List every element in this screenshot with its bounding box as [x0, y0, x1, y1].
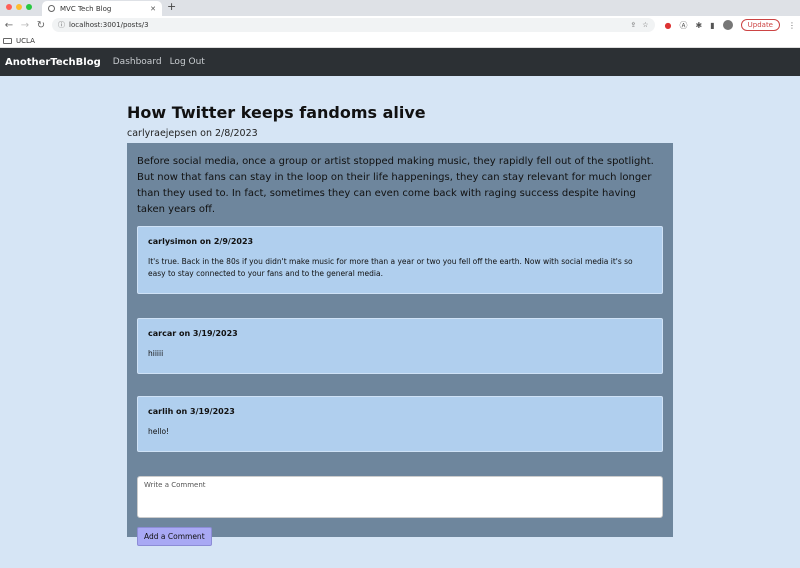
close-tab-icon[interactable]: ✕ [150, 5, 156, 13]
post-title: How Twitter keeps fandoms alive [127, 103, 426, 122]
comment-input[interactable]: Write a Comment [137, 476, 663, 518]
profile-avatar[interactable] [722, 20, 733, 30]
nav-dashboard-link[interactable]: Dashboard [113, 57, 162, 67]
window-controls [6, 4, 32, 10]
comment-author: carcar on 3/19/2023 [148, 329, 238, 338]
post-panel: Before social media, once a group or art… [127, 143, 673, 546]
minimize-window-button[interactable] [16, 4, 22, 10]
back-icon[interactable]: ← [4, 20, 14, 31]
extension-icon[interactable]: Ⓐ [680, 20, 688, 31]
share-icon[interactable]: ⇪ [630, 21, 636, 29]
site-info-icon[interactable]: ⓘ [58, 20, 65, 30]
sidepanel-icon[interactable]: ▮ [710, 21, 714, 30]
comment-author: carlysimon on 2/9/2023 [148, 237, 254, 246]
comment-text: It's true. Back in the 80s if you didn't… [148, 257, 633, 278]
comment-author: carlih on 3/19/2023 [148, 407, 235, 416]
puzzle-icon[interactable]: ✱ [696, 21, 703, 30]
address-bar[interactable]: ⓘ localhost:3001/posts/3 ⇪ ☆ [52, 18, 655, 32]
post-meta: carlyraejepsen on 2/8/2023 [127, 128, 258, 139]
browser-tabbar: MVC Tech Blog ✕ + [0, 0, 800, 16]
bookmark-star-icon[interactable]: ☆ [642, 21, 648, 29]
nav-logout-link[interactable]: Log Out [170, 57, 205, 67]
update-button[interactable]: Update [740, 19, 780, 31]
comment-card: carlysimon on 2/9/2023 It's true. Back i… [137, 226, 663, 294]
extension-icon-red[interactable]: ● [665, 21, 672, 30]
comment-card: carlih on 3/19/2023 hello! [137, 396, 663, 452]
forward-icon[interactable]: → [20, 20, 30, 31]
maximize-window-button[interactable] [26, 4, 32, 10]
folder-icon [3, 37, 12, 44]
url-text: localhost:3001/posts/3 [69, 21, 149, 29]
tab-title: MVC Tech Blog [60, 4, 112, 13]
globe-icon [48, 5, 55, 12]
brand-logo[interactable]: AnotherTechBlog [5, 57, 101, 68]
comment-text: hiiiii [148, 349, 164, 358]
add-comment-button[interactable]: Add a Comment [137, 527, 212, 546]
menu-icon[interactable]: ⋮ [788, 21, 796, 30]
bookmarks-bar: UCLA [0, 34, 800, 48]
comment-text: hello! [148, 427, 170, 436]
browser-toolbar: ← → ↻ ⓘ localhost:3001/posts/3 ⇪ ☆ ● Ⓐ ✱… [0, 16, 800, 34]
browser-tab[interactable]: MVC Tech Blog ✕ [42, 1, 162, 16]
close-window-button[interactable] [6, 4, 12, 10]
post-body: Before social media, once a group or art… [137, 156, 654, 215]
new-tab-button[interactable]: + [167, 0, 176, 13]
bookmark-ucla[interactable]: UCLA [16, 37, 35, 45]
post-container: How Twitter keeps fandoms alive carlyrae… [127, 103, 673, 546]
app-navbar: AnotherTechBlog Dashboard Log Out [0, 48, 800, 76]
reload-icon[interactable]: ↻ [36, 20, 46, 31]
comment-card: carcar on 3/19/2023 hiiiii [137, 318, 663, 374]
